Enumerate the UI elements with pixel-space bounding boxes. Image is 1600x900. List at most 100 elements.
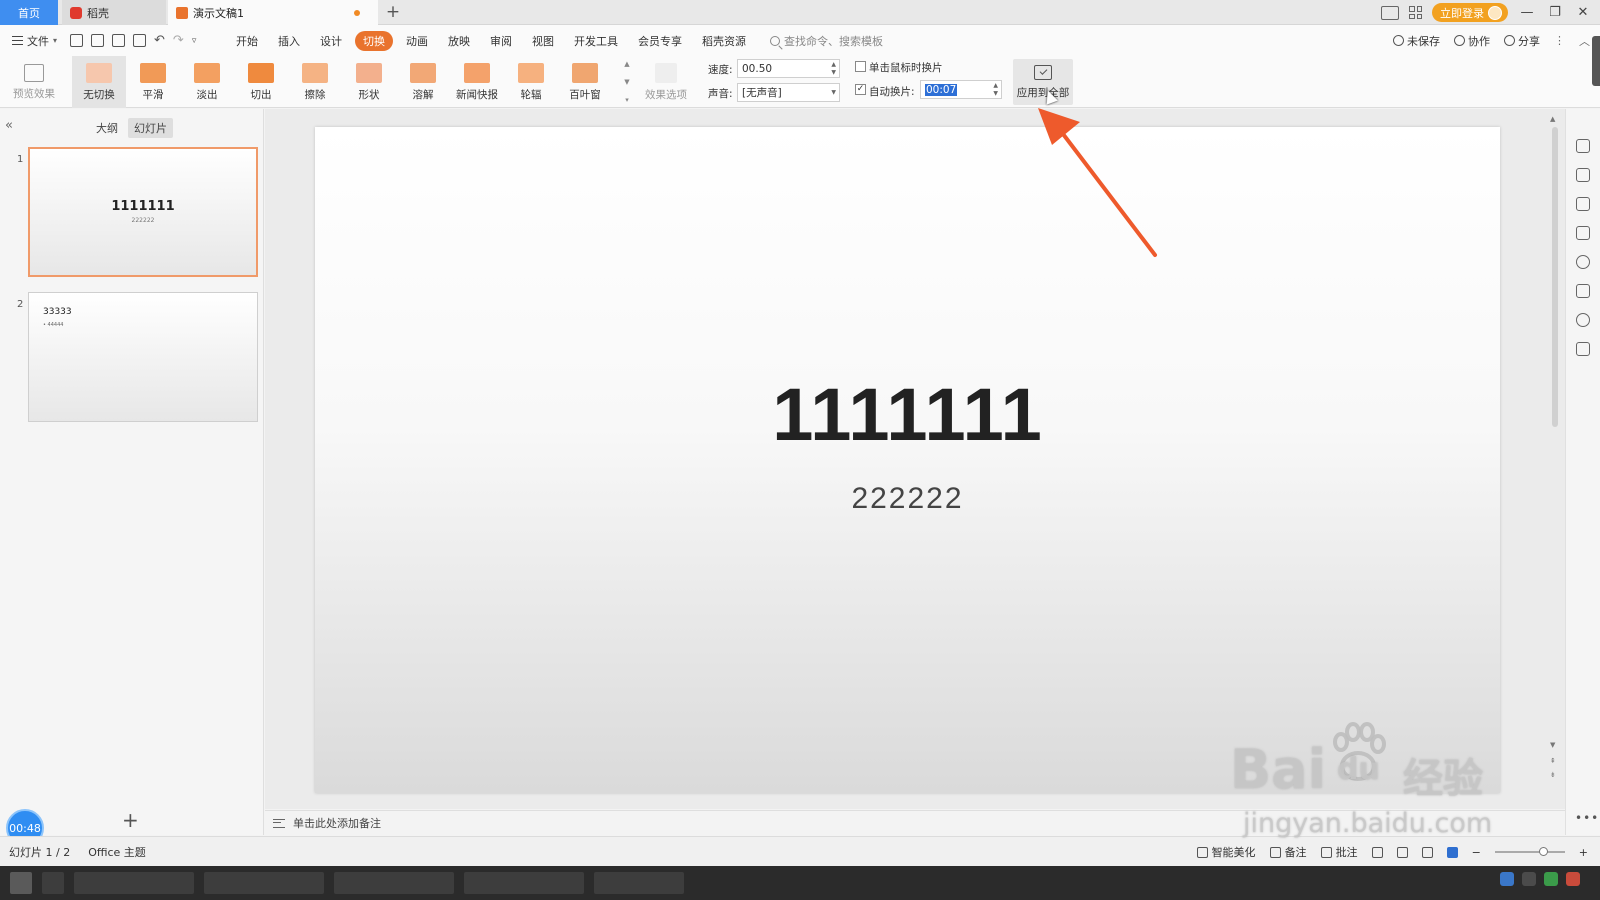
slide-thumbnail-2[interactable]: 33333 • 44444 [28, 292, 258, 422]
save-icon[interactable] [70, 34, 83, 47]
tab-start[interactable]: 开始 [226, 31, 268, 51]
copy-icon[interactable] [1576, 226, 1590, 240]
more-menu-icon[interactable]: ⋮ [1554, 34, 1565, 47]
grid-view-icon[interactable] [1396, 846, 1408, 858]
next-slide-icon[interactable]: ⇟ [1550, 771, 1556, 779]
zoom-in-icon[interactable]: + [1579, 846, 1588, 859]
box-icon[interactable] [1576, 342, 1590, 356]
tab-insert[interactable]: 插入 [268, 31, 310, 51]
star-icon[interactable] [1576, 197, 1590, 211]
tray-icon[interactable] [1544, 872, 1558, 886]
current-slide[interactable]: 1111111 222222 [315, 127, 1500, 793]
transition-option[interactable]: 轮辐 [504, 56, 558, 108]
zoom-knob[interactable] [1538, 847, 1548, 856]
sound-select[interactable]: [无声音] ▼ [737, 83, 840, 102]
spinner-icon[interactable]: ▲ ▼ [993, 82, 998, 98]
gallery-scroll[interactable]: ▲ ▼ ▾ [623, 60, 631, 104]
transition-option[interactable]: 切出 [234, 56, 288, 108]
notes-toggle-button[interactable]: 备注 [1269, 844, 1307, 860]
slide-subtitle[interactable]: 222222 [315, 482, 1500, 516]
zoom-slider[interactable] [1494, 847, 1565, 856]
transition-option[interactable]: 形状 [342, 56, 396, 108]
help-icon[interactable] [1576, 255, 1590, 269]
on-click-checkbox[interactable] [855, 61, 866, 72]
transition-option[interactable]: 擦除 [288, 56, 342, 108]
image-icon[interactable] [1576, 284, 1590, 298]
restore-button[interactable]: ❐ [1546, 5, 1564, 20]
tab-view[interactable]: 视图 [522, 31, 564, 51]
file-menu-button[interactable]: 文件 ▾ [0, 33, 70, 49]
comments-button[interactable]: 批注 [1320, 844, 1358, 860]
auto-advance-checkbox[interactable]: ✓ [855, 84, 866, 95]
transition-option[interactable]: 平滑 [126, 56, 180, 108]
redo-icon[interactable]: ↷ [173, 33, 184, 48]
design-icon[interactable] [1576, 139, 1590, 153]
normal-view-icon[interactable] [1371, 846, 1383, 858]
tab-outline[interactable]: 大纲 [90, 118, 124, 138]
export-pdf-icon[interactable] [91, 34, 104, 47]
transition-option[interactable]: 溶解 [396, 56, 450, 108]
tab-daoke[interactable]: 稻壳 [62, 0, 166, 25]
apply-to-all-button[interactable]: 应用到全部 [1013, 59, 1073, 105]
tray-icon[interactable] [1500, 872, 1514, 886]
taskbar-app[interactable] [464, 872, 584, 894]
editor-scrollbar[interactable]: ▲ ▼ ⇞ ⇟ [1548, 115, 1560, 805]
scroll-up-icon[interactable]: ▲ [1550, 115, 1555, 123]
theme-name[interactable]: Office 主题 [88, 844, 146, 860]
transition-option[interactable]: 新闻快报 [450, 56, 504, 108]
tab-animation[interactable]: 动画 [396, 31, 438, 51]
tab-design[interactable]: 设计 [310, 31, 352, 51]
auto-advance-time-input[interactable]: 00:07 ▲ ▼ [920, 80, 1002, 99]
taskbar-app[interactable] [594, 872, 684, 894]
collapse-ribbon-icon[interactable]: ︿ [1579, 33, 1590, 49]
smart-beautify-button[interactable]: 智能美化 [1196, 844, 1256, 860]
slide-title[interactable]: 1111111 [315, 372, 1500, 457]
settings-icon[interactable] [1576, 168, 1590, 182]
scrollbar-thumb[interactable] [1552, 127, 1558, 427]
play-icon[interactable] [1446, 846, 1458, 858]
taskbar-app[interactable] [204, 872, 324, 894]
spinner-icon[interactable]: ▲ ▼ [831, 61, 836, 77]
tab-slideshow[interactable]: 放映 [438, 31, 480, 51]
transition-option[interactable]: 淡出 [180, 56, 234, 108]
tab-home[interactable]: 首页 [0, 0, 58, 25]
unsaved-status-button[interactable]: 未保存 [1393, 33, 1440, 49]
tab-slides[interactable]: 幻灯片 [128, 118, 173, 138]
tab-developer[interactable]: 开发工具 [564, 31, 628, 51]
side-handle[interactable] [1592, 36, 1600, 86]
new-tab-button[interactable]: + [383, 2, 403, 22]
taskbar-app[interactable] [42, 872, 64, 894]
taskbar-app[interactable] [74, 872, 194, 894]
apps-grid-icon[interactable] [1409, 6, 1422, 19]
taskbar-app[interactable] [334, 872, 454, 894]
tab-document[interactable]: 演示文稿1 [168, 0, 378, 25]
scroll-down-icon[interactable]: ▼ [1550, 741, 1555, 749]
transition-option[interactable]: 百叶窗 [558, 56, 612, 108]
undo-icon[interactable]: ↶ [154, 33, 165, 48]
transition-option[interactable]: 无切换 [72, 56, 126, 108]
tray-icon[interactable] [1566, 872, 1580, 886]
zoom-out-icon[interactable]: − [1472, 846, 1481, 859]
print-icon[interactable] [112, 34, 125, 47]
slide-thumbnail-1[interactable]: 1111111 222222 [28, 147, 258, 277]
start-icon[interactable] [10, 872, 32, 894]
command-search[interactable]: 查找命令、搜索模板 [770, 33, 883, 49]
login-button[interactable]: 立即登录 [1432, 3, 1508, 22]
print-preview-icon[interactable] [133, 34, 146, 47]
tab-member[interactable]: 会员专享 [628, 31, 692, 51]
reading-view-icon[interactable] [1421, 846, 1433, 858]
speed-input[interactable]: 00.50 ▲ ▼ [737, 59, 840, 78]
tab-transition[interactable]: 切换 [355, 30, 393, 51]
location-icon[interactable] [1576, 313, 1590, 327]
share-button[interactable]: 分享 [1504, 33, 1540, 49]
close-button[interactable]: ✕ [1574, 5, 1592, 20]
prev-slide-icon[interactable]: ⇞ [1550, 757, 1556, 765]
more-icon[interactable]: ••• [1575, 811, 1599, 825]
notes-area[interactable]: 单击此处添加备注 [265, 810, 1565, 835]
collaborate-button[interactable]: 协作 [1454, 33, 1490, 49]
tab-daoke-resources[interactable]: 稻壳资源 [692, 31, 756, 51]
effect-options-button[interactable]: 效果选项 [638, 56, 694, 108]
preview-effect-button[interactable]: 预览效果 [8, 56, 60, 108]
layout-icon[interactable] [1381, 5, 1399, 20]
tab-review[interactable]: 审阅 [480, 31, 522, 51]
